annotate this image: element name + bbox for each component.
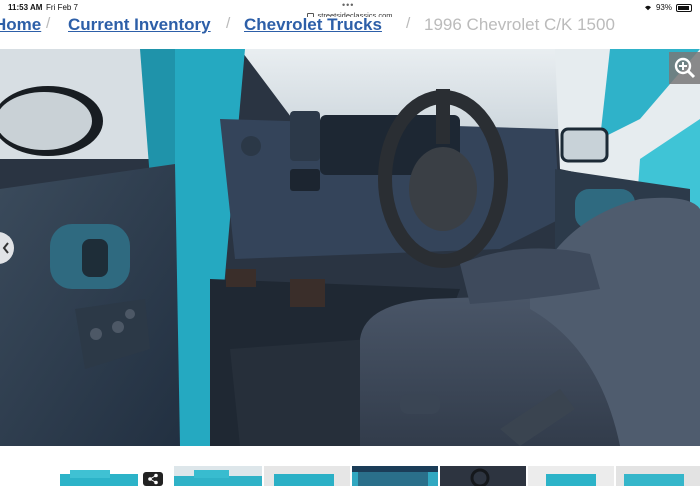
wifi-icon [644,5,651,10]
breadcrumb-inventory[interactable]: Current Inventory [68,17,211,35]
thumbnail[interactable] [616,466,700,486]
share-button[interactable] [143,472,163,486]
thumbnail[interactable] [60,466,140,486]
thumbnail-image [174,470,262,486]
breadcrumb-chevrolet-trucks[interactable]: Chevrolet Trucks [244,17,382,35]
thumbnail-strip [0,446,700,486]
vehicle-photo[interactable] [0,49,700,446]
thumbnail[interactable] [440,466,526,486]
chevron-left-icon [2,242,9,254]
vehicle-interior-image [0,49,700,446]
thumbnail-image [274,474,334,486]
share-icon [148,473,158,485]
breadcrumb-separator: / [226,17,231,32]
thumbnail-image [624,474,684,486]
thumbnail-image [60,470,138,486]
breadcrumb-current: 1996 Chevrolet C/K 1500 [424,17,615,34]
breadcrumb-home[interactable]: Home [0,17,41,35]
breadcrumb-separator: / [406,17,411,32]
thumbnail[interactable] [352,466,438,486]
zoom-in-icon [674,57,695,79]
thumbnail-image [352,466,438,486]
thumbnail[interactable] [528,466,614,486]
thumbnail-image [546,474,596,486]
thumbnail-image [470,468,490,486]
zoom-in-button[interactable] [669,52,700,84]
breadcrumb: Home / Current Inventory / Chevrolet Tru… [0,17,700,49]
thumbnail[interactable] [174,466,262,486]
browser-menu-dots[interactable]: ••• [342,0,354,10]
thumbnail[interactable] [264,466,350,486]
breadcrumb-separator: / [46,17,51,32]
